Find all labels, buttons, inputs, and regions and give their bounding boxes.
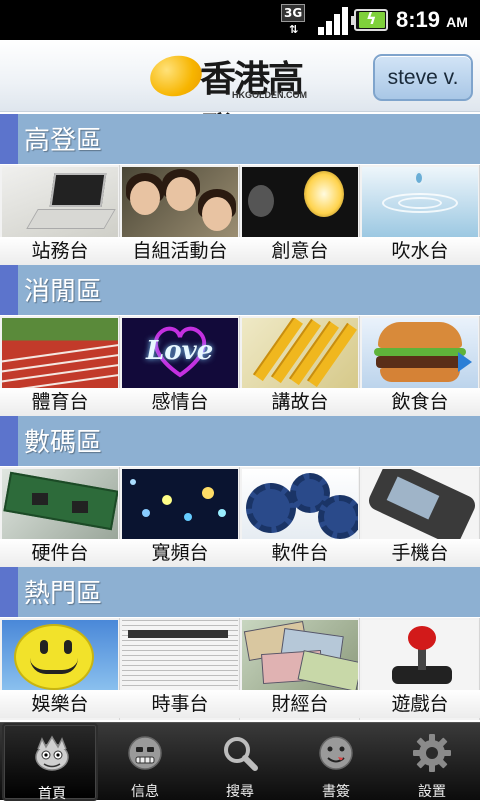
section-header: 消閒區 xyxy=(0,265,480,315)
arrow-right-icon xyxy=(458,352,472,372)
bookmark-face-icon xyxy=(319,736,353,770)
smiley-face-image xyxy=(2,620,118,690)
nav-bookmarks[interactable]: 書簽 xyxy=(288,723,384,801)
forum-tile[interactable]: 自組活動台 xyxy=(120,165,240,267)
forum-label: 感情台 xyxy=(120,388,240,416)
love-text: Love xyxy=(146,336,214,366)
gears-image xyxy=(242,469,358,539)
user-button[interactable]: steve v. xyxy=(373,54,473,101)
nav-search[interactable]: 搜尋 xyxy=(192,723,288,801)
forum-label: 體育台 xyxy=(0,388,120,416)
section-header: 數碼區 xyxy=(0,416,480,466)
forum-tile[interactable]: 遊戲台 xyxy=(360,618,480,720)
banknotes-image xyxy=(242,620,358,690)
circuit-board-image xyxy=(2,469,118,539)
burger-image xyxy=(362,318,478,388)
section-header: 高登區 xyxy=(0,114,480,164)
signal-icon xyxy=(318,5,350,35)
forum-tile[interactable]: 娛樂台 xyxy=(0,618,120,720)
fiber-optic-image xyxy=(122,469,238,539)
forum-tile[interactable]: 財經台 xyxy=(240,618,360,720)
newspaper-image xyxy=(122,620,238,690)
forum-label: 軟件台 xyxy=(240,539,360,567)
forum-tile[interactable]: 站務台 xyxy=(0,165,120,267)
forum-label: 手機台 xyxy=(360,539,480,567)
forum-tile[interactable]: 手機台 xyxy=(360,467,480,569)
forum-label: 講故台 xyxy=(240,388,360,416)
forum-grid: 體育台 Love 感情台 講故台 飲食台 xyxy=(0,316,480,418)
forum-grid: 娛樂台 時事台 財經台 遊戲台 xyxy=(0,618,480,720)
nav-label: 設置 xyxy=(418,784,446,800)
nav-label: 書簽 xyxy=(322,784,350,800)
forum-label: 硬件台 xyxy=(0,539,120,567)
forum-label: 遊戲台 xyxy=(360,690,480,718)
network-type: 3G xyxy=(281,4,306,22)
messages-face-icon xyxy=(128,736,162,770)
nav-messages[interactable]: 信息 xyxy=(97,723,193,801)
section-title: 消閒區 xyxy=(24,277,103,307)
hkgolden-logo: 香港高登 HKGOLDEN.COM xyxy=(146,51,330,152)
logo-subtext: HKGOLDEN.COM xyxy=(232,90,307,100)
neon-love-image: Love xyxy=(122,318,238,388)
forum-label: 站務台 xyxy=(0,237,120,265)
forum-label: 創意台 xyxy=(240,237,360,265)
pencils-image xyxy=(242,318,358,388)
running-track-image xyxy=(2,318,118,388)
nav-settings[interactable]: 設置 xyxy=(384,723,480,801)
forum-tile[interactable]: 吹水台 xyxy=(360,165,480,267)
forum-label: 自組活動台 xyxy=(120,237,240,265)
home-face-icon xyxy=(35,735,69,771)
forum-tile[interactable]: 軟件台 xyxy=(240,467,360,569)
gear-icon xyxy=(413,734,451,772)
search-icon xyxy=(224,737,258,771)
section-header: 熱門區 xyxy=(0,567,480,617)
network-3g-icon: 3G ⇅ xyxy=(279,3,311,37)
bottom-nav: 首頁 信息 搜尋 書簽 設置 xyxy=(0,722,480,802)
nav-label: 搜尋 xyxy=(226,784,254,800)
status-bar: 3G ⇅ ϟ 8:19 AM xyxy=(0,0,480,40)
section-title: 熱門區 xyxy=(24,579,103,609)
forum-tile[interactable]: 飲食台 xyxy=(360,316,480,418)
section-title: 高登區 xyxy=(24,126,103,156)
joystick-image xyxy=(362,620,478,690)
forum-grid: 硬件台 寬頻台 軟件台 手機台 xyxy=(0,467,480,569)
forum-label: 飲食台 xyxy=(360,388,480,416)
forum-label: 吹水台 xyxy=(360,237,480,265)
clock-time: 8:19 xyxy=(396,7,441,32)
forum-tile[interactable]: 創意台 xyxy=(240,165,360,267)
battery-charging-icon: ϟ xyxy=(351,9,388,31)
forum-label: 寬頻台 xyxy=(120,539,240,567)
light-bulbs-image xyxy=(242,167,358,237)
forum-tile[interactable]: 寬頻台 xyxy=(120,467,240,569)
friends-photo-image xyxy=(122,167,238,237)
status-clock: 8:19 AM xyxy=(396,7,468,33)
mobile-phone-image xyxy=(362,469,478,539)
egg-logo-icon xyxy=(146,51,206,101)
forum-tile[interactable]: 體育台 xyxy=(0,316,120,418)
laptop-image xyxy=(2,167,118,237)
clock-ampm: AM xyxy=(446,14,468,30)
forum-tile[interactable]: Love 感情台 xyxy=(120,316,240,418)
section-title: 數碼區 xyxy=(24,428,103,458)
forum-grid: 站務台 自組活動台 創意台 吹水台 xyxy=(0,165,480,267)
forum-label: 財經台 xyxy=(240,690,360,718)
forum-label: 娛樂台 xyxy=(0,690,120,718)
forum-label: 時事台 xyxy=(120,690,240,718)
forum-tile[interactable]: 硬件台 xyxy=(0,467,120,569)
forum-tile[interactable]: 講故台 xyxy=(240,316,360,418)
forum-tile[interactable]: 時事台 xyxy=(120,618,240,720)
water-drop-image xyxy=(362,167,478,237)
nav-label: 首頁 xyxy=(38,786,66,802)
nav-label: 信息 xyxy=(131,784,159,800)
nav-home[interactable]: 首頁 xyxy=(2,723,98,802)
